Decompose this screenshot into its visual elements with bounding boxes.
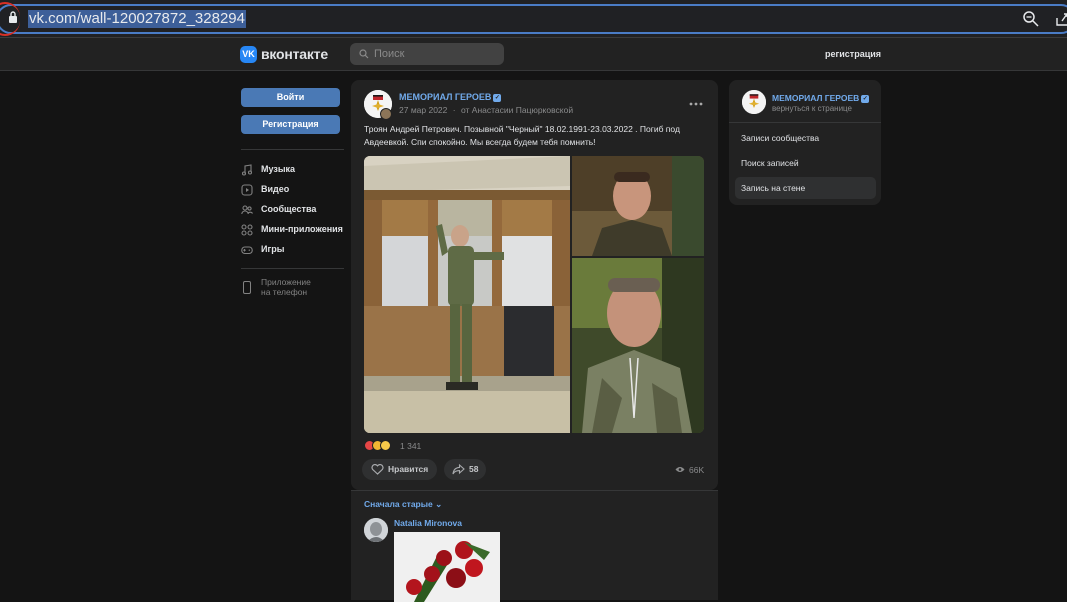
comments-sort[interactable]: Сначала старые ⌄ (364, 499, 442, 510)
mini-apps-icon (241, 224, 253, 236)
heart-icon (371, 464, 384, 475)
meta-separator: · (452, 105, 456, 115)
views-count: 66K (689, 465, 705, 475)
sidebar-item-communities[interactable]: Сообщества (241, 202, 351, 218)
sidebar-item-music[interactable]: Музыка (241, 162, 351, 178)
author-avatar[interactable] (380, 108, 392, 120)
panel-item-label: Запись на стене (741, 183, 806, 193)
lock-icon (9, 11, 17, 23)
panel-item-label: Записи сообщества (741, 133, 820, 143)
comment-photo[interactable] (394, 532, 500, 602)
share-icon (452, 464, 465, 475)
verified-icon: ✓ (493, 94, 502, 102)
url-text[interactable]: vk.com/wall-120027872_328294 (28, 10, 246, 28)
community-title[interactable]: МЕМОРИАЛ ГЕРОЕВ ✓ (772, 93, 870, 103)
share-button[interactable]: 58 (444, 459, 486, 480)
reactions-count: 1 341 (400, 441, 422, 451)
browser-address-bar: vk.com/wall-120027872_328294 (0, 0, 1067, 38)
register-button[interactable]: Регистрация (241, 115, 340, 134)
chevron-down-icon: ⌄ (435, 499, 443, 509)
phone-icon (243, 281, 251, 294)
reactions-summary[interactable]: 1 341 (364, 440, 444, 452)
sidebar-item-label: Игры (261, 244, 285, 254)
register-link[interactable]: регистрация (825, 49, 881, 59)
panel-item-community-posts[interactable]: Записи сообщества (735, 127, 876, 149)
music-icon (241, 164, 253, 176)
like-label: Нравится (388, 464, 429, 474)
post-meta: 27 мар 2022 · от Анастасии Пацюрковской (399, 105, 573, 115)
more-options-icon[interactable] (689, 102, 703, 106)
commenter-avatar[interactable] (364, 518, 388, 542)
verified-icon: ✓ (861, 95, 870, 103)
sidebar-item-label: Мини-приложения (261, 224, 343, 234)
comment-author[interactable]: Natalia Mironova (394, 518, 462, 528)
zoom-icon[interactable] (1022, 10, 1040, 28)
mobile-app-link[interactable]: Приложение на телефон (241, 277, 351, 301)
post-author-name[interactable]: МЕМОРИАЛ ГЕРОЕВ (399, 92, 491, 102)
eye-icon (675, 467, 685, 472)
post-text: Троян Андрей Петрович. Позывной "Черный"… (364, 124, 680, 147)
back-to-page-link[interactable]: вернуться к странице (772, 104, 852, 113)
login-button[interactable]: Войти (241, 88, 340, 107)
search-input[interactable] (374, 46, 500, 62)
portrait-photo (572, 258, 704, 433)
roses-photo (394, 532, 500, 602)
post-photo-portrait-1[interactable] (572, 156, 704, 256)
logo-text[interactable]: вконтакте (261, 46, 328, 62)
communities-icon (241, 205, 253, 215)
mobile-app-label: Приложение на телефон (261, 277, 311, 297)
comments-section: Сначала старые ⌄ Natalia Mironova (351, 490, 718, 602)
panel-item-wall-post[interactable]: Запись на стене (735, 177, 876, 199)
sidebar-divider (241, 268, 344, 269)
post-author[interactable]: МЕМОРИАЛ ГЕРОЕВ ✓ (399, 92, 502, 102)
panel-item-search-posts[interactable]: Поиск записей (735, 152, 876, 174)
post-photo-portrait-2[interactable] (572, 258, 704, 433)
sidebar-item-label: Музыка (261, 164, 296, 174)
wall-post: МЕМОРИАЛ ГЕРОЕВ ✓ 27 мар 2022 · от Анаста… (351, 80, 718, 490)
community-avatar[interactable] (742, 90, 766, 114)
like-button[interactable]: Нравится (362, 459, 437, 480)
share-count: 58 (469, 464, 479, 474)
cry-reaction-icon (380, 440, 391, 451)
portrait-photo (572, 156, 704, 256)
memorial-logo-icon (742, 90, 766, 114)
sidebar-item-mini-apps[interactable]: Мини-приложения (241, 222, 351, 238)
post-from[interactable]: от Анастасии Пацюрковской (461, 105, 573, 115)
sidebar-item-label: Сообщества (261, 204, 317, 214)
site-header: VK вконтакте регистрация (0, 38, 1067, 71)
community-title-text[interactable]: МЕМОРИАЛ ГЕРОЕВ (772, 93, 859, 103)
search-box[interactable] (350, 43, 504, 65)
post-photo-main[interactable] (364, 156, 570, 433)
panel-divider (729, 122, 881, 123)
vk-logo-icon[interactable]: VK (240, 46, 257, 63)
soldier-photo (364, 156, 570, 433)
sidebar-item-games[interactable]: Игры (241, 242, 351, 258)
share-page-icon[interactable] (1054, 10, 1067, 28)
sidebar-divider (241, 149, 344, 150)
games-icon (241, 246, 253, 255)
commenter-photo (364, 518, 388, 542)
post-date[interactable]: 27 мар 2022 (399, 105, 447, 115)
search-icon (359, 49, 369, 59)
comments-sort-label: Сначала старые (364, 499, 433, 509)
sidebar-item-label: Видео (261, 184, 290, 194)
community-nav-panel: МЕМОРИАЛ ГЕРОЕВ ✓ вернуться к странице За… (729, 80, 881, 205)
sidebar-item-video[interactable]: Видео (241, 182, 351, 198)
panel-item-label: Поиск записей (741, 158, 799, 168)
views-counter: 66K (675, 464, 715, 476)
video-icon (241, 184, 253, 196)
